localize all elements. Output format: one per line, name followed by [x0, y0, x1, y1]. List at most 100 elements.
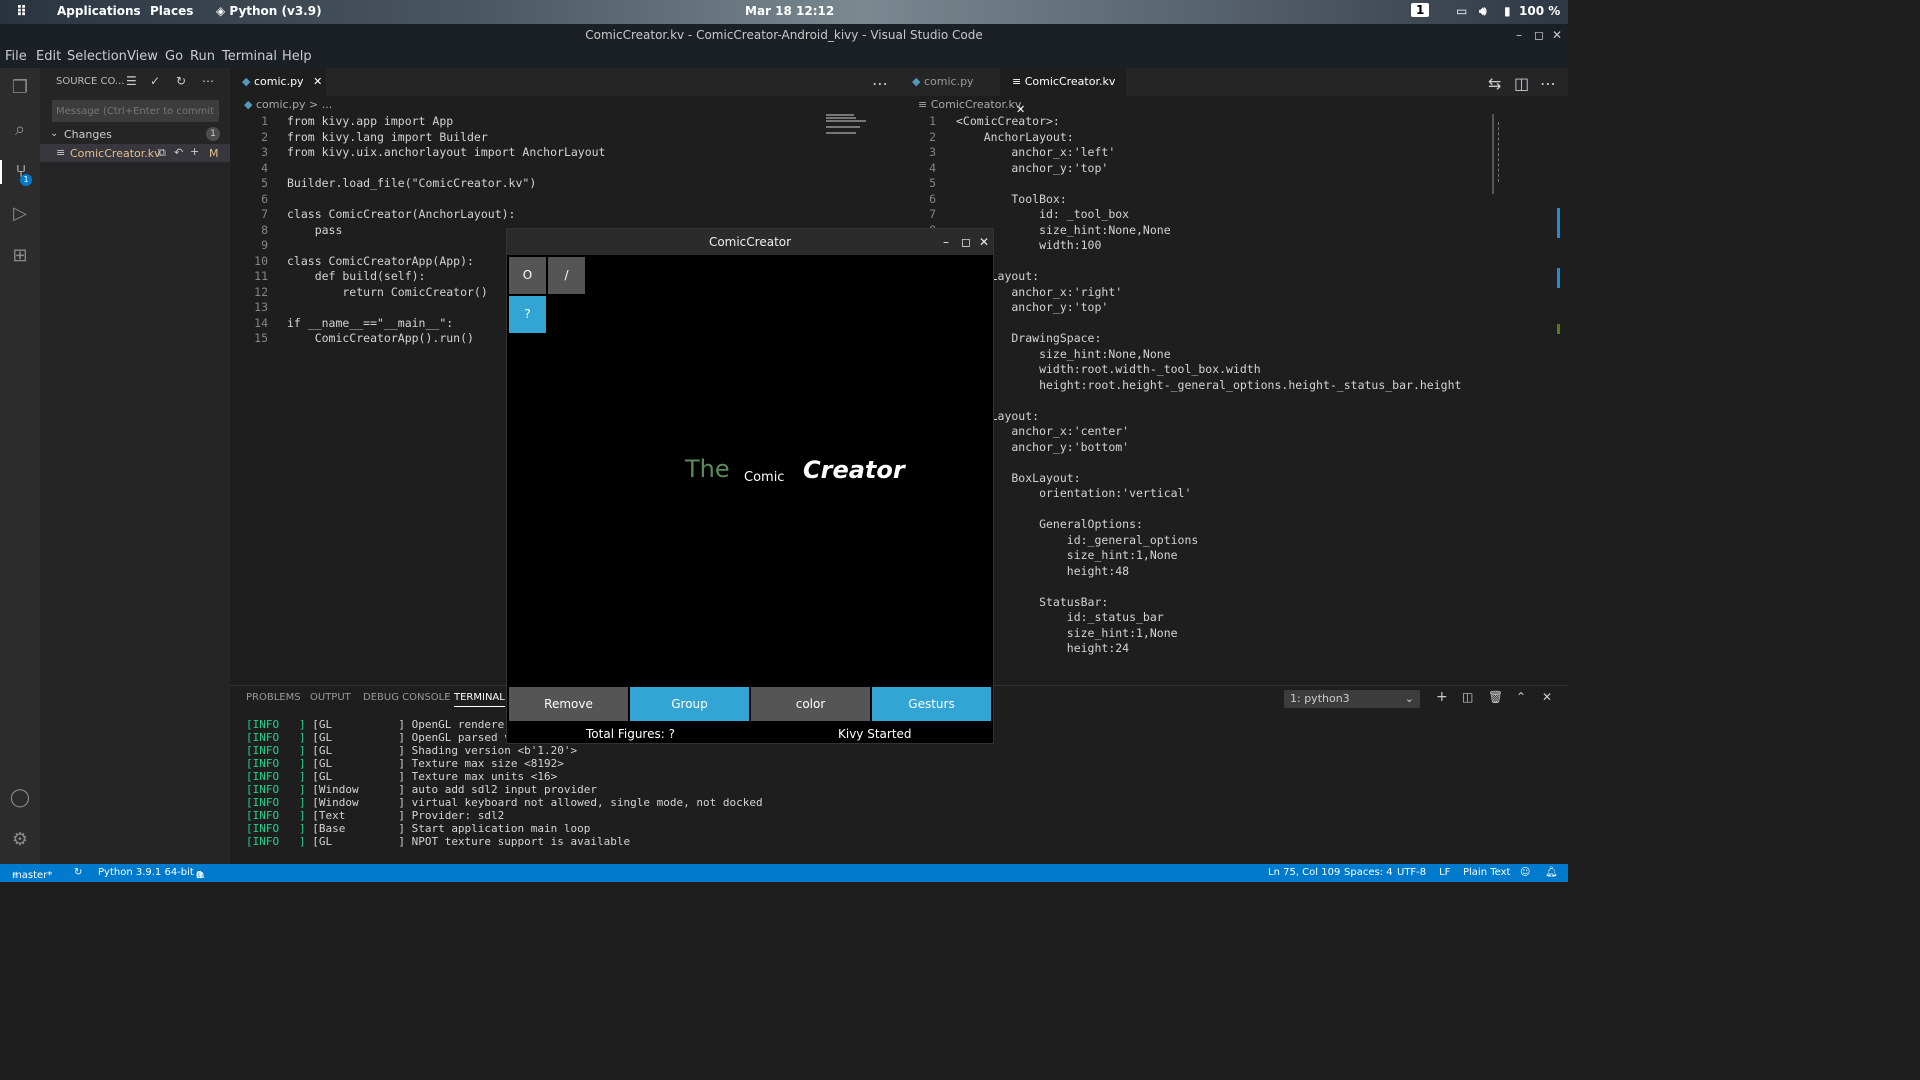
tab-close-icon[interactable]: ✕ [313, 75, 322, 88]
cursor-position[interactable]: Ln 75, Col 109 [1268, 867, 1340, 878]
volume-icon[interactable]: 🔊︎ [1479, 4, 1487, 19]
app-grid-icon[interactable]: ⠿ [16, 4, 27, 20]
stage-changes-icon[interactable]: + [190, 145, 199, 158]
tab-comic-py[interactable]: ◆ comic.py ✕ [230, 68, 326, 96]
maximize-icon[interactable]: ◻ [961, 229, 971, 255]
menu-view[interactable]: View [127, 49, 158, 64]
color-button[interactable]: color [751, 687, 870, 721]
maximize-panel-icon[interactable]: ⌃ [1516, 690, 1526, 704]
search-icon[interactable]: ⌕ [8, 118, 32, 142]
log-message: Start application main loop [411, 822, 591, 835]
commit-message-input[interactable] [52, 100, 219, 122]
battery-icon[interactable]: ▮ [1504, 4, 1511, 18]
view-as-tree-icon[interactable]: ☰ [126, 74, 137, 88]
menu-help[interactable]: Help [282, 49, 312, 64]
tab-output[interactable]: OUTPUT [310, 692, 351, 703]
menu-edit[interactable]: Edit [36, 49, 61, 64]
breadcrumb[interactable]: ◆ comic.py > ... [244, 98, 332, 111]
workspace-indicator[interactable]: 1 [1411, 3, 1430, 17]
python-file-icon: ◆ [242, 75, 251, 88]
run-debug-icon[interactable]: ▷ [8, 202, 32, 226]
display-icon[interactable]: ▭ [1456, 4, 1467, 18]
terminal-select[interactable]: 1: python3 ⌄ [1284, 690, 1420, 708]
more-actions-icon[interactable]: ⋯ [202, 74, 214, 88]
log-level: [INFO ] [246, 757, 306, 770]
log-level: [INFO ] [246, 822, 306, 835]
refresh-icon[interactable]: ↻ [176, 74, 186, 88]
more-actions-icon[interactable]: ⋯ [872, 74, 888, 93]
open-changes-icon[interactable]: ⇆ [1488, 74, 1501, 93]
minimize-icon[interactable]: – [1516, 24, 1522, 46]
minimap[interactable] [824, 112, 888, 142]
breadcrumb-text: comic.py > ... [255, 98, 333, 111]
split-terminal-icon[interactable]: ◫ [1462, 690, 1473, 704]
log-level: [INFO ] [246, 718, 306, 731]
extensions-icon[interactable]: ⊞ [8, 244, 32, 268]
tab-terminal[interactable]: TERMINAL [454, 692, 505, 707]
log-message: Provider: sdl2 [411, 809, 505, 822]
tool-help-button[interactable]: ? [509, 296, 546, 333]
python-app-indicator[interactable]: ◈ Python (v3.9) [216, 4, 322, 18]
feedback-icon[interactable]: ☺ [1520, 867, 1530, 878]
language-mode[interactable]: Plain Text [1463, 867, 1510, 878]
code-line: from kivy.lang import Builder [287, 129, 488, 144]
log-source: [GL ] [305, 770, 412, 783]
python-interpreter[interactable]: Python 3.9.1 64-bit [98, 867, 194, 878]
new-terminal-icon[interactable]: + [1436, 689, 1448, 705]
tool-circle-button[interactable]: O [509, 257, 546, 294]
tab-comiccreator-kv[interactable]: ≡ ComicCreator.kv ✕ [1000, 68, 1126, 116]
notifications-icon[interactable]: 🔔︎ [1545, 867, 1558, 878]
breadcrumb[interactable]: ≡ ComicCreator.kv [918, 98, 1021, 111]
clock[interactable]: Mar 18 12:12 [745, 4, 834, 18]
settings-gear-icon[interactable]: ⚙ [8, 828, 32, 852]
encoding[interactable]: UTF-8 [1397, 867, 1426, 878]
sidebar-header: SOURCE CO... [56, 76, 125, 87]
minimize-icon[interactable]: – [943, 229, 949, 255]
menu-go[interactable]: Go [165, 49, 183, 64]
remove-button[interactable]: Remove [509, 687, 628, 721]
minimap[interactable] [1488, 112, 1560, 242]
terminal-line: [INFO ] [GL ] Texture max size <8192> [246, 757, 564, 770]
log-source: [GL ] [305, 744, 412, 757]
end-of-line[interactable]: LF [1439, 867, 1450, 878]
group-button[interactable]: Group [630, 687, 749, 721]
maximize-icon[interactable]: ◻ [1534, 24, 1544, 46]
code-line: id: _tool_box [956, 207, 1130, 221]
tab-comic-py[interactable]: ◆ comic.py [900, 68, 1000, 96]
places-menu[interactable]: Places [150, 4, 193, 18]
code-line: width:root.width-_tool_box.width [956, 362, 1261, 376]
more-actions-icon[interactable]: ⋯ [1540, 74, 1556, 93]
changes-label[interactable]: Changes [64, 128, 112, 141]
open-file-icon[interactable]: ⧉ [158, 146, 166, 160]
discard-changes-icon[interactable]: ↶ [174, 146, 183, 159]
kill-terminal-icon[interactable]: 🗑︎ [1488, 690, 1503, 704]
changed-file-row[interactable]: ≡ ComicCreator.kv ⧉ ↶ + M [40, 144, 230, 162]
indentation[interactable]: Spaces: 4 [1344, 867, 1393, 878]
line-number: 6 [261, 191, 268, 206]
log-message: virtual keyboard not allowed, single mod… [411, 796, 763, 809]
status-total-figures: Total Figures: ? [586, 727, 675, 741]
tab-debug-console[interactable]: DEBUG CONSOLE [363, 692, 451, 703]
tool-line-button[interactable]: / [548, 257, 585, 294]
applications-menu[interactable]: Applications [57, 4, 141, 18]
terminal-line: [INFO ] [Text ] Provider: sdl2 [246, 809, 504, 822]
menu-terminal[interactable]: Terminal [222, 49, 277, 64]
split-editor-icon[interactable]: ◫ [1514, 74, 1529, 93]
close-icon[interactable]: ✕ [979, 229, 989, 255]
scrollbar-marker [1557, 208, 1560, 238]
log-source: [GL ] [305, 757, 412, 770]
close-icon[interactable]: ✕ [1552, 24, 1562, 46]
sync-icon[interactable]: ↻ [74, 867, 82, 878]
explorer-icon[interactable]: ❐ [8, 76, 32, 100]
tab-problems[interactable]: PROBLEMS [246, 692, 301, 703]
chevron-down-icon[interactable]: ⌄ [50, 128, 58, 139]
close-panel-icon[interactable]: ✕ [1542, 690, 1552, 704]
log-source: [GL ] [305, 718, 412, 731]
gestures-button[interactable]: Gesturs [872, 687, 991, 721]
menu-file[interactable]: File [5, 49, 27, 64]
commit-check-icon[interactable]: ✓ [150, 74, 160, 88]
menu-run[interactable]: Run [190, 49, 215, 64]
scrollbar-marker [1557, 268, 1560, 288]
menu-selection[interactable]: Selection [67, 49, 127, 64]
account-icon[interactable]: ◯ [8, 786, 32, 810]
